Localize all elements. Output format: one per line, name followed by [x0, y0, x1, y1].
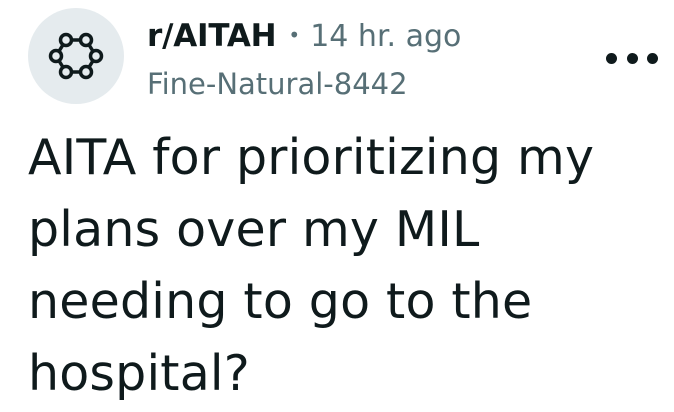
post-timestamp: 14 hr. ago: [310, 18, 462, 54]
overflow-menu-icon: [647, 52, 658, 64]
post-title[interactable]: AITA for prioritizing my plans over my M…: [28, 122, 648, 410]
subreddit-link[interactable]: r/AITAH: [147, 18, 277, 54]
subreddit-avatar[interactable]: [28, 8, 124, 104]
meta-separator: •: [288, 23, 301, 47]
overflow-menu-icon: [606, 52, 617, 64]
author-link[interactable]: Fine-Natural-8442: [147, 64, 461, 104]
subreddit-community-icon: [48, 32, 104, 80]
overflow-menu-icon: [626, 52, 638, 64]
post-meta-line: r/AITAH • 14 hr. ago: [147, 14, 461, 58]
post-meta: r/AITAH • 14 hr. ago Fine-Natural-8442: [147, 14, 461, 104]
overflow-menu-button[interactable]: [606, 44, 658, 72]
